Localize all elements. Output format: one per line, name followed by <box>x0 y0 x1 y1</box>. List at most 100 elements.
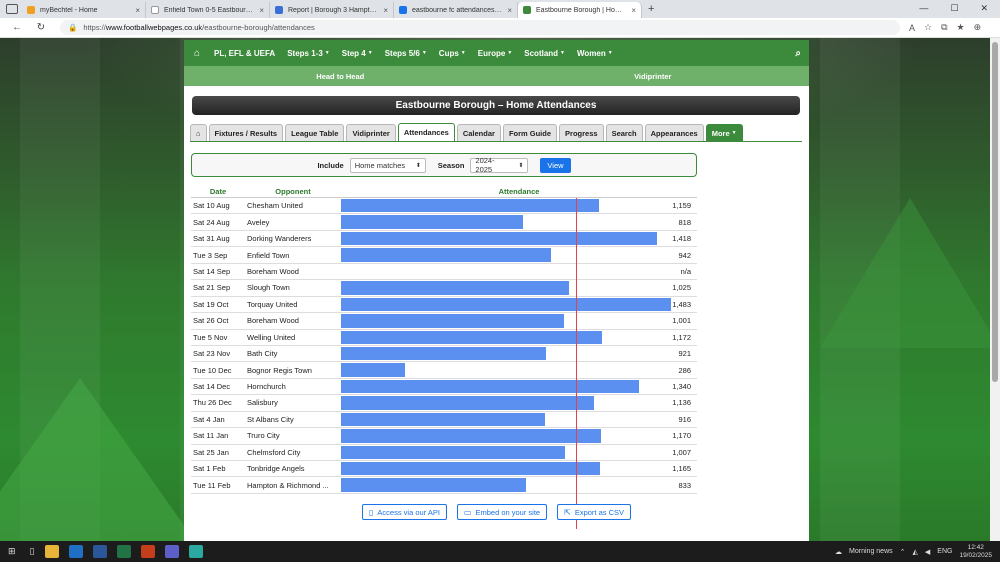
row-opponent[interactable]: St Albans City <box>245 415 341 424</box>
tab-vidiprinter[interactable]: Vidiprinter <box>346 124 396 141</box>
volume-icon[interactable]: ◀ <box>925 548 930 556</box>
close-tab-icon[interactable]: × <box>259 6 264 15</box>
tab-league-table[interactable]: League Table <box>285 124 345 141</box>
chevron-up-icon[interactable]: ⌃ <box>900 548 906 556</box>
excel-icon[interactable] <box>116 545 131 558</box>
row-opponent[interactable]: Boreham Wood <box>245 316 341 325</box>
extensions-icon[interactable]: ⊕ <box>974 22 982 33</box>
nav-item[interactable]: Cups ▼ <box>433 49 472 58</box>
nav-item[interactable]: Women ▼ <box>571 49 619 58</box>
chevron-down-icon: ▼ <box>367 50 373 57</box>
task-view-icon[interactable]: ▯ <box>30 546 35 557</box>
tab-calendar[interactable]: Calendar <box>456 124 501 141</box>
tab-home[interactable]: ⌂ <box>190 124 207 141</box>
row-opponent[interactable]: Slough Town <box>245 283 341 292</box>
refresh-icon[interactable]: ↻ <box>34 22 48 33</box>
close-tab-icon[interactable]: × <box>383 6 388 15</box>
nav-item[interactable]: Scotland ▼ <box>518 49 571 58</box>
new-tab-button[interactable]: + <box>648 3 654 15</box>
row-opponent[interactable]: Dorking Wanderers <box>245 234 341 243</box>
season-select[interactable]: 2024-2025 ⬍ <box>470 156 529 174</box>
row-opponent[interactable]: Welling United <box>245 333 341 342</box>
edge-icon[interactable] <box>188 545 203 558</box>
search-icon[interactable]: ⌕ <box>795 48 801 59</box>
powerpoint-icon[interactable] <box>140 545 155 558</box>
tab-appearances[interactable]: Appearances <box>644 124 704 141</box>
close-tab-icon[interactable]: × <box>135 6 140 15</box>
view-button[interactable]: View <box>540 157 571 173</box>
green-triangle-left <box>0 378 200 541</box>
nav-item[interactable]: Step 4 ▼ <box>336 49 379 58</box>
clock[interactable]: 12:42 19/02/2025 <box>959 544 992 560</box>
close-tab-icon[interactable]: × <box>631 6 636 15</box>
browser-tab[interactable]: Enfield Town 0-5 Eastbourne Boro × <box>146 2 270 18</box>
language-indicator[interactable]: ENG <box>937 548 952 555</box>
embed-button[interactable]: ▭ Embed on your site <box>456 504 548 520</box>
row-opponent[interactable]: Hornchurch <box>245 382 341 391</box>
tab-more[interactable]: More ▼ <box>705 124 743 141</box>
word-icon[interactable] <box>92 545 107 558</box>
filter-panel: Include Home matches ⬍ Season 2024-2025 ⬍ … <box>191 153 697 177</box>
page-scrollbar[interactable] <box>990 38 1000 541</box>
row-opponent[interactable]: Truro City <box>245 431 341 440</box>
row-opponent[interactable]: Enfield Town <box>245 251 341 260</box>
outlook-icon[interactable] <box>68 545 83 558</box>
include-select[interactable]: Home matches ⬍ <box>349 157 426 173</box>
head-to-head-link[interactable]: Head to Head <box>184 72 497 81</box>
browser-tab[interactable]: eastbourne fc attendances 2024- × <box>394 2 518 18</box>
file-explorer-icon[interactable] <box>44 545 59 558</box>
tab-actions-icon[interactable] <box>6 4 18 14</box>
tab-search[interactable]: Search <box>605 124 643 141</box>
home-icon[interactable]: ⌂ <box>186 48 208 59</box>
row-bar-track <box>341 379 671 394</box>
nav-item[interactable]: Europe ▼ <box>472 49 519 58</box>
row-opponent[interactable]: Bognor Regis Town <box>245 366 341 375</box>
minimize-icon[interactable]: — <box>919 3 928 14</box>
maximize-icon[interactable]: ☐ <box>950 3 958 14</box>
row-date: Sat 4 Jan <box>193 414 225 424</box>
back-icon[interactable]: ← <box>10 22 24 33</box>
row-opponent[interactable]: Hampton & Richmond ... <box>245 481 341 490</box>
browser-tab[interactable]: Eastbourne Borough | Home Atte × <box>518 2 642 18</box>
tab-attendances[interactable]: Attendances <box>397 123 455 141</box>
nav-item-label: PL, EFL & UEFA <box>214 48 276 58</box>
row-opponent[interactable]: Torquay United <box>245 300 341 309</box>
nav-item-label: Steps 1-3 <box>287 48 323 58</box>
home-icon: ⌂ <box>196 128 201 138</box>
browser-tab[interactable]: Report | Borough 3 Hampton 1 - × <box>270 2 394 18</box>
teams-icon[interactable] <box>164 545 179 558</box>
row-opponent[interactable]: Bath City <box>245 349 341 358</box>
row-attendance: 1,025 <box>672 283 691 293</box>
table-row: Tue 5 Nov Welling United 1,172 <box>191 330 697 346</box>
browser-tab[interactable]: myBechtel - Home × <box>22 2 146 18</box>
url-field[interactable]: 🔒 https://www.footballwebpages.co.uk/eas… <box>60 20 900 35</box>
vidiprinter-link[interactable]: Vidiprinter <box>497 72 810 81</box>
read-aloud-icon[interactable]: A <box>909 23 915 33</box>
news-widget[interactable]: Morning news <box>849 548 893 555</box>
api-button[interactable]: ▯ Access via our API <box>361 504 447 520</box>
row-opponent[interactable]: Boreham Wood <box>245 267 341 276</box>
weather-icon[interactable]: ☁ <box>835 548 842 556</box>
favorites-icon[interactable]: ★ <box>957 22 965 33</box>
nav-item[interactable]: PL, EFL & UEFA <box>208 49 281 58</box>
row-opponent[interactable]: Aveley <box>245 218 341 227</box>
table-row: Sat 24 Aug Aveley 818 <box>191 214 697 231</box>
nav-item[interactable]: Steps 1-3 ▼ <box>281 49 336 58</box>
row-opponent[interactable]: Salisbury <box>245 398 341 407</box>
attendance-bar <box>341 248 551 262</box>
nav-item[interactable]: Steps 5/6 ▼ <box>379 49 433 58</box>
row-opponent[interactable]: Chesham United <box>245 201 341 210</box>
row-opponent[interactable]: Chelmsford City <box>245 448 341 457</box>
tab-form-guide[interactable]: Form Guide <box>502 124 558 141</box>
export-csv-button[interactable]: ⇱ Export as CSV <box>557 504 631 520</box>
start-icon[interactable]: ⊞ <box>8 546 16 557</box>
close-window-icon[interactable]: ✕ <box>980 3 988 14</box>
table-row: Sat 14 Sep Boreham Wood n/a <box>191 264 697 281</box>
row-opponent[interactable]: Tonbridge Angels <box>245 464 341 473</box>
network-icon[interactable]: ◭ <box>913 548 918 556</box>
favorite-star-icon[interactable]: ☆ <box>924 22 932 33</box>
collections-icon[interactable]: ⧉ <box>941 22 947 33</box>
tab-fixtures-results[interactable]: Fixtures / Results <box>208 124 284 141</box>
tab-progress[interactable]: Progress <box>559 124 604 141</box>
close-tab-icon[interactable]: × <box>507 6 512 15</box>
